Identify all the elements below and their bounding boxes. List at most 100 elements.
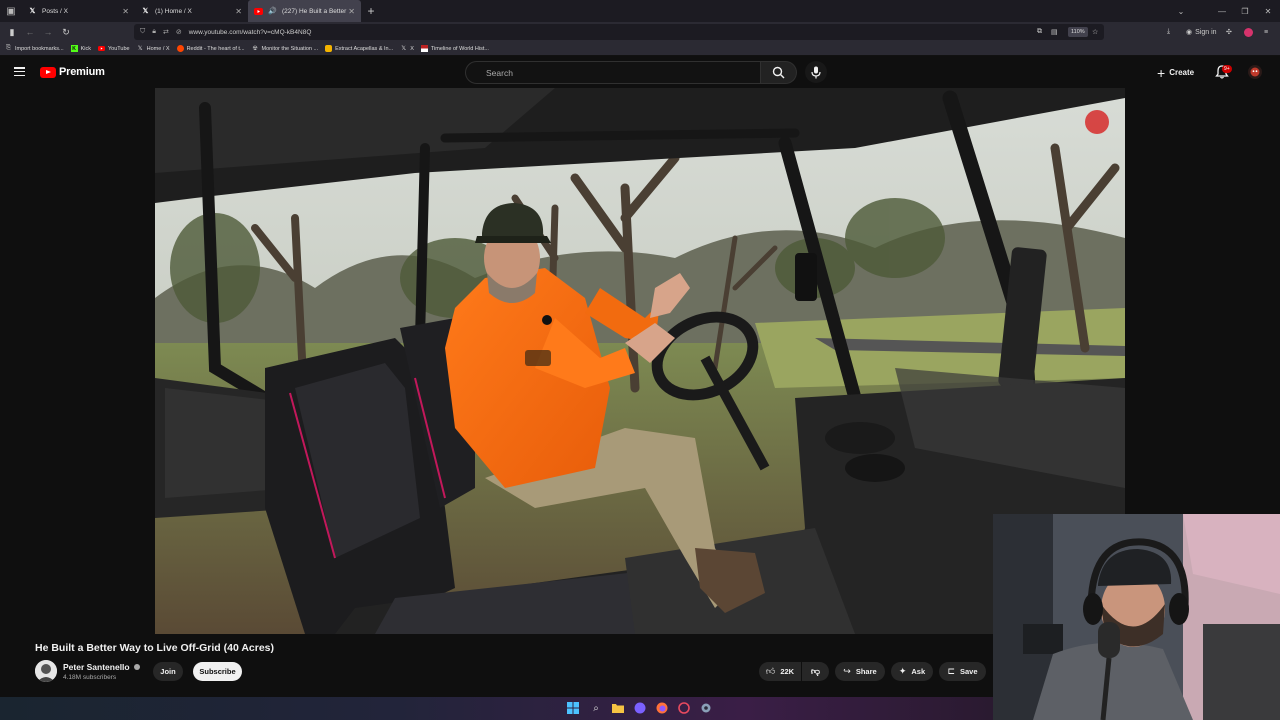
start-menu-icon[interactable] (566, 701, 580, 715)
search-icon (772, 66, 785, 79)
search-button[interactable] (761, 61, 797, 84)
youtube-play-icon (40, 66, 56, 78)
extension-badge-icon[interactable] (1244, 22, 1253, 42)
browser-tab-active[interactable]: 🔊 (227) He Built a Better Way ✕ (248, 0, 361, 22)
app-icon[interactable] (677, 701, 691, 715)
minimize-button[interactable]: — (1211, 0, 1233, 22)
create-button[interactable]: + Create (1157, 64, 1194, 81)
chat-app-icon[interactable] (633, 701, 647, 715)
new-tab-button[interactable]: + (361, 0, 381, 22)
permissions-icon[interactable]: ⇄ (163, 28, 169, 36)
youtube-premium-logo[interactable]: Premium (40, 66, 105, 78)
extensions-icon[interactable]: ✣ (1226, 22, 1232, 42)
speaker-icon[interactable]: 🔊 (268, 7, 277, 16)
bookmark-item[interactable]: ⎘ Import bookmarks... (5, 45, 64, 52)
reddit-logo-icon (176, 45, 184, 52)
share-button[interactable]: ↪ Share (835, 662, 885, 681)
webcam-overlay (993, 514, 1280, 720)
channel-name[interactable]: Peter Santenello (63, 662, 140, 672)
save-button[interactable]: ⊏ Save (939, 662, 986, 681)
tab-label: (1) Home / X (155, 7, 192, 15)
bookmark-item[interactable]: 𝕏X (400, 45, 414, 53)
verified-badge-icon (133, 664, 140, 670)
music-icon (325, 45, 333, 52)
monitor-icon: ☢ (252, 46, 258, 52)
taskbar-search-icon[interactable]: ⌕ (589, 701, 603, 715)
join-button[interactable]: Join (153, 662, 183, 681)
search-input[interactable]: Search (465, 61, 761, 84)
forward-button[interactable]: → (39, 22, 57, 42)
dislike-button[interactable]: 👎︎ (802, 662, 829, 681)
close-icon[interactable]: ✕ (235, 7, 242, 16)
bookmark-icon: ⊏ (947, 666, 955, 676)
x-logo-icon: 𝕏 (137, 46, 143, 52)
file-explorer-icon[interactable] (611, 701, 625, 715)
logo-text: Premium (59, 66, 105, 78)
bookmark-star-icon[interactable]: ☆ (1092, 22, 1098, 42)
downloads-icon[interactable]: ⤓ (1167, 22, 1170, 42)
channel-avatar-image (35, 660, 57, 682)
flag-icon (420, 45, 428, 52)
reload-button[interactable]: ↻ (57, 22, 75, 42)
guide-menu-icon[interactable] (14, 67, 25, 76)
channel-avatar[interactable] (35, 660, 57, 682)
plus-icon: + (1157, 64, 1166, 81)
screenshot-icon[interactable]: ⧉ (1037, 22, 1042, 42)
media-blocked-icon[interactable]: ⊘ (176, 28, 182, 36)
settings-gear-icon[interactable] (699, 701, 713, 715)
webcam-image (993, 514, 1280, 720)
sign-in-label: Sign in (1195, 28, 1217, 36)
subscriber-count: 4.18M subscribers (63, 674, 117, 681)
ask-button[interactable]: ✦ Ask (891, 662, 933, 681)
sparkle-icon: ✦ (898, 666, 907, 676)
close-icon[interactable]: ✕ (348, 7, 355, 16)
notification-count-badge: 9+ (1222, 65, 1232, 73)
subscribe-button[interactable]: Subscribe (193, 662, 242, 681)
tab-label: (227) He Built a Better Way (282, 7, 348, 15)
browser-tab[interactable]: 𝕏 Posts / X ✕ (22, 0, 135, 22)
account-icon: ◉ (1186, 29, 1193, 36)
firefox-icon[interactable] (655, 701, 669, 715)
youtube-logo-icon (98, 45, 105, 52)
bookmark-item[interactable]: 𝕏 Home / X (137, 45, 170, 53)
video-player[interactable] (155, 88, 1125, 634)
app-menu-icon[interactable]: ≡ (1264, 22, 1268, 42)
reader-view-icon[interactable]: ▤ (1051, 22, 1058, 42)
restore-button[interactable]: ❐ (1234, 0, 1256, 22)
like-button[interactable]: 👍︎ 22K (759, 662, 801, 681)
x-logo-icon: 𝕏 (401, 46, 407, 52)
account-avatar[interactable] (1248, 65, 1262, 79)
bookmark-item[interactable]: K Kick (70, 45, 91, 52)
tab-list-chevron-icon[interactable]: ⌄ (1170, 0, 1192, 22)
avatar-face-icon (1250, 67, 1260, 77)
bookmark-item[interactable]: Extract Acapellas & In... (325, 45, 393, 52)
bookmark-item[interactable]: YouTube (98, 45, 130, 52)
sign-in-button[interactable]: ◉ Sign in (1186, 22, 1217, 42)
sidebar-toggle-icon[interactable]: ▮ (3, 22, 21, 42)
url-bar[interactable]: ⛉ 🔒︎ ⇄ ⊘ www.youtube.com/watch?v=cMQ-kB4… (134, 24, 1104, 40)
microphone-icon (811, 66, 821, 78)
bookmark-item[interactable]: Timeline of World Hist... (420, 45, 489, 52)
close-icon[interactable]: ✕ (122, 7, 129, 16)
share-icon: ↪ (843, 666, 851, 676)
tab-label: Posts / X (42, 7, 69, 15)
video-frame-image (155, 88, 1125, 634)
bookmark-item[interactable]: ☢ Monitor the Situation ... (252, 45, 318, 53)
bookmark-item[interactable]: Reddit - The heart of t... (176, 45, 245, 52)
voice-search-button[interactable] (805, 61, 827, 83)
bookmarks-bar: ⎘ Import bookmarks... K Kick YouTube 𝕏 Home… (0, 42, 1280, 56)
shield-icon[interactable]: ⛉ (140, 28, 145, 36)
youtube-logo-icon (254, 7, 263, 16)
url-text[interactable]: www.youtube.com/watch?v=cMQ-kB4N8Q (189, 29, 312, 36)
close-window-button[interactable]: ✕ (1257, 0, 1279, 22)
kick-logo-icon: K (70, 45, 78, 52)
browser-tab[interactable]: 𝕏 (1) Home / X ✕ (135, 0, 248, 22)
tab-overview-icon[interactable]: ▣ (0, 0, 22, 22)
browser-tab-strip: ▣ 𝕏 Posts / X ✕ 𝕏 (1) Home / X ✕ 🔊 (227)… (0, 0, 1280, 22)
import-icon: ⎘ (6, 45, 11, 51)
lock-icon[interactable]: 🔒︎ (152, 28, 156, 36)
back-button[interactable]: ← (21, 22, 39, 42)
zoom-level[interactable]: 110% (1068, 27, 1088, 37)
thumbs-up-icon: 👍︎ (765, 666, 776, 676)
thumbs-down-icon: 👎︎ (810, 666, 821, 676)
